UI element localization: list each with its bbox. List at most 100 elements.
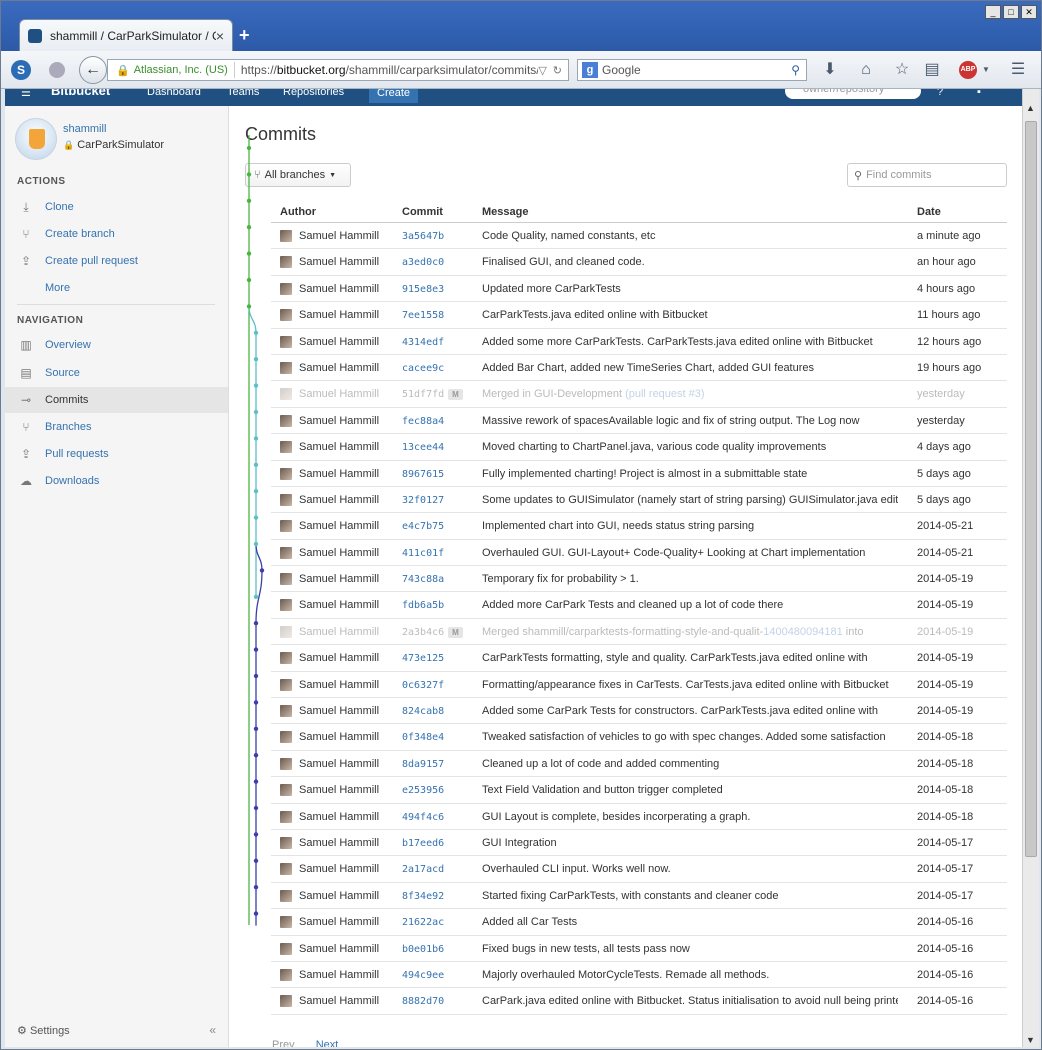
table-row[interactable]: Samuel Hammill 3a5647b Code Quality, named… (271, 223, 1007, 250)
commit-message[interactable]: Overhauled CLI input. Works well now. (482, 863, 898, 875)
user-avatar[interactable]: ▪ (977, 89, 981, 98)
commit-hash-link[interactable]: 4314edf (402, 337, 444, 348)
commit-hash-link[interactable]: 0f348e4 (402, 732, 444, 743)
table-row[interactable]: Samuel Hammill 743c88a Temporary fix for p… (271, 566, 1007, 593)
commit-author[interactable]: Samuel Hammill (299, 309, 379, 321)
commit-author[interactable]: Samuel Hammill (299, 494, 379, 506)
commit-message[interactable]: Moved charting to ChartPanel.java, vario… (482, 441, 898, 453)
commit-hash-link[interactable]: b0e01b6 (402, 944, 444, 955)
repo-search-input[interactable]: owner/repository (785, 89, 921, 99)
commit-hash-link[interactable]: 915e8e3 (402, 284, 444, 295)
sidebar-item-pull-requests[interactable]: ⇪ Pull requests (5, 441, 228, 467)
nav-repositories[interactable]: Repositories (283, 89, 344, 98)
repo-owner-link[interactable]: shammill (63, 123, 106, 135)
table-row[interactable]: Samuel Hammill 494f4c6 GUI Layout is compl… (271, 804, 1007, 830)
search-icon[interactable]: ⚲ (791, 63, 800, 77)
commit-hash-link[interactable]: 494f4c6 (402, 812, 444, 823)
commit-author[interactable]: Samuel Hammill (299, 415, 379, 427)
settings-link[interactable]: ⚙ Settings (17, 1024, 70, 1037)
commit-message[interactable]: Added all Car Tests (482, 916, 898, 928)
sidebar-item-create-branch[interactable]: ⑂ Create branch (5, 221, 228, 247)
find-commits-input[interactable]: ⚲ Find commits (847, 163, 1007, 187)
repo-name[interactable]: 🔒 CarParkSimulator (63, 139, 164, 151)
home-icon[interactable]: ⌂ (857, 61, 875, 79)
commit-message[interactable]: Added Bar Chart, added new TimeSeries Ch… (482, 362, 898, 374)
table-row[interactable]: Samuel Hammill 411c01f Overhauled GUI. GUI… (271, 540, 1007, 567)
create-button[interactable]: Create (369, 89, 419, 103)
table-row[interactable]: Samuel Hammill 8f34e92 Started fixing CarP… (271, 883, 1007, 910)
commit-hash-link[interactable]: 2a3b4c6 M (402, 626, 463, 638)
commit-message[interactable]: CarParkTests formatting, style and quali… (482, 652, 898, 664)
url-text[interactable]: https://bitbucket.org/shammill/carparksi… (241, 63, 538, 77)
chevron-down-icon[interactable]: ▼ (977, 61, 995, 79)
table-row[interactable]: Samuel Hammill 473e125 CarParkTests format… (271, 645, 1007, 672)
scroll-up-icon[interactable]: ▲ (1026, 103, 1035, 113)
bookmarks-list-icon[interactable]: ▤ (923, 61, 941, 79)
commit-message[interactable]: Added more CarPark Tests and cleaned up … (482, 599, 898, 611)
new-tab-button[interactable]: + (239, 25, 250, 46)
table-row[interactable]: Samuel Hammill 494c9ee Majorly overhauled … (271, 962, 1007, 989)
commit-message[interactable]: Some updates to GUISimulator (namely sta… (482, 494, 898, 506)
commit-author[interactable]: Samuel Hammill (299, 626, 379, 638)
prev-link[interactable]: Prev (272, 1039, 295, 1047)
commit-author[interactable]: Samuel Hammill (299, 441, 379, 453)
download-icon[interactable]: ⬇ (821, 61, 839, 79)
commit-author[interactable]: Samuel Hammill (299, 283, 379, 295)
table-row[interactable]: Samuel Hammill e253956 Text Field Validati… (271, 777, 1007, 804)
search-bar[interactable]: g Google ⚲ (577, 59, 807, 81)
commit-message[interactable]: Massive rework of spacesAvailable logic … (482, 415, 898, 427)
commit-author[interactable]: Samuel Hammill (299, 811, 379, 823)
table-row[interactable]: Samuel Hammill e4c7b75 Implemented chart i… (271, 513, 1007, 540)
maximize-button[interactable]: □ (1003, 5, 1019, 19)
commit-message[interactable]: Merged in GUI-Development (pull request … (482, 388, 898, 400)
sidebar-item-downloads[interactable]: ☁ Downloads (5, 468, 228, 494)
commit-message[interactable]: Added some more CarParkTests. CarParkTes… (482, 336, 898, 348)
table-row[interactable]: Samuel Hammill cacee9c Added Bar Chart, ad… (271, 355, 1007, 382)
sidebar-item-clone[interactable]: ⤓ Clone (5, 194, 228, 220)
sidebar-item-more[interactable]: More (5, 275, 228, 301)
commit-message[interactable]: Formatting/appearance fixes in CarTests.… (482, 679, 898, 691)
commit-hash-link[interactable]: b17eed6 (402, 838, 444, 849)
commit-hash-link[interactable]: fec88a4 (402, 416, 444, 427)
commit-message[interactable]: Merged shammill/carparktests-formatting-… (482, 626, 898, 638)
commit-hash-link[interactable]: 3a5647b (402, 231, 444, 242)
help-icon[interactable]: ? (937, 89, 943, 98)
menu-icon[interactable]: ☰ (21, 89, 31, 99)
url-dropdown-icon[interactable]: ▽ (538, 64, 546, 77)
table-row[interactable]: Samuel Hammill 0f348e4 Tweaked satisfactio… (271, 724, 1007, 751)
commit-hash-link[interactable]: cacee9c (402, 363, 444, 374)
commit-hash-link[interactable]: 8da9157 (402, 759, 444, 770)
minimize-button[interactable]: _ (985, 5, 1001, 19)
table-row[interactable]: Samuel Hammill 2a17acd Overhauled CLI inpu… (271, 856, 1007, 883)
commit-author[interactable]: Samuel Hammill (299, 362, 379, 374)
commit-author[interactable]: Samuel Hammill (299, 336, 379, 348)
commit-hash-link[interactable]: 32f0127 (402, 495, 444, 506)
table-row[interactable]: Samuel Hammill 21622ac Added all Car Tests… (271, 909, 1007, 936)
table-row[interactable]: Samuel Hammill 8967615 Fully implemented c… (271, 461, 1007, 487)
extension-icon[interactable] (49, 62, 65, 78)
commit-author[interactable]: Samuel Hammill (299, 705, 379, 717)
scroll-down-icon[interactable]: ▼ (1026, 1035, 1035, 1045)
collapse-sidebar-icon[interactable]: « (209, 1023, 216, 1037)
commit-message-link[interactable]: 1400480094181 (763, 626, 843, 638)
commit-hash-link[interactable]: 494c9ee (402, 970, 444, 981)
nav-teams[interactable]: Teams (227, 89, 259, 98)
commit-message-link[interactable]: (pull request #3) (625, 388, 705, 400)
sidebar-item-commits[interactable]: ⊸ Commits (5, 387, 228, 413)
table-row[interactable]: Samuel Hammill 2a3b4c6 M Merged shammill/ca… (271, 619, 1007, 646)
commit-message[interactable]: Code Quality, named constants, etc (482, 230, 898, 242)
commit-message[interactable]: GUI Integration (482, 837, 898, 849)
commit-author[interactable]: Samuel Hammill (299, 758, 379, 770)
commit-hash-link[interactable]: 21622ac (402, 917, 444, 928)
commit-message[interactable]: Tweaked satisfaction of vehicles to go w… (482, 731, 898, 743)
commit-hash-link[interactable]: 743c88a (402, 574, 444, 585)
back-button[interactable]: ← (79, 56, 107, 84)
table-row[interactable]: Samuel Hammill 915e8e3 Updated more CarPar… (271, 276, 1007, 303)
commit-author[interactable]: Samuel Hammill (299, 520, 379, 532)
tab-close-icon[interactable]: × (216, 28, 224, 44)
commit-author[interactable]: Samuel Hammill (299, 916, 379, 928)
scrollbar-thumb[interactable] (1025, 121, 1037, 857)
column-message[interactable]: Message (482, 206, 528, 218)
commit-hash-link[interactable]: 824cab8 (402, 706, 444, 717)
commit-hash-link[interactable]: 411c01f (402, 548, 444, 559)
